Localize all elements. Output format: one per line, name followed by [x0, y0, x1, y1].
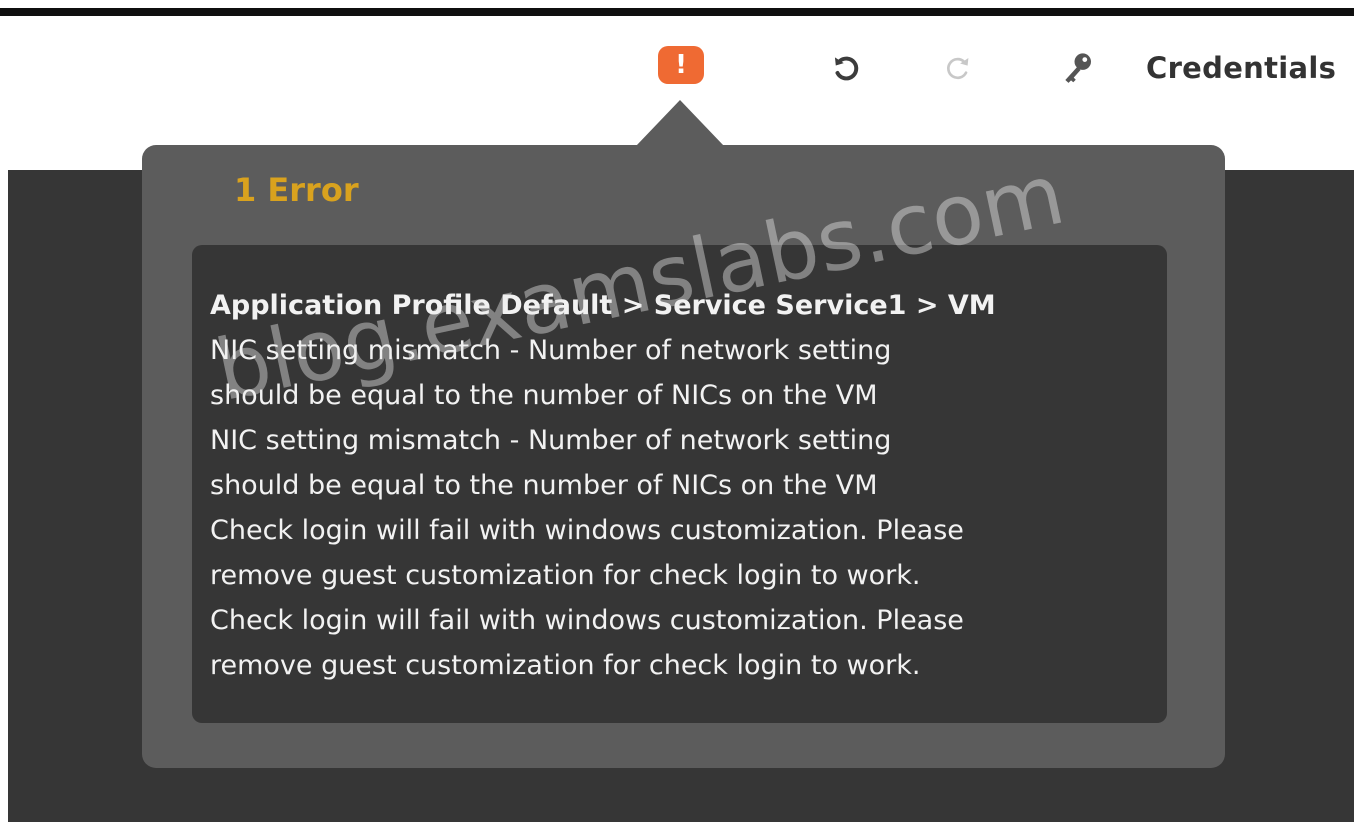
redo-icon: [947, 57, 969, 80]
popover-title: 1 Error: [234, 171, 359, 209]
error-popover: 1 Error Application Profile Default > Se…: [142, 145, 1225, 768]
error-message-line: NIC setting mismatch - Number of network…: [210, 425, 892, 456]
redo-button[interactable]: [938, 48, 978, 88]
undo-icon: [834, 56, 859, 81]
error-indicator-button[interactable]: !: [658, 46, 704, 84]
error-message-line: Check login will fail with windows custo…: [210, 515, 964, 546]
error-message-line: should be equal to the number of NICs on…: [210, 470, 878, 501]
error-path: Application Profile Default > Service Se…: [210, 290, 996, 321]
error-list: Application Profile Default > Service Se…: [210, 283, 1165, 688]
top-divider: [0, 8, 1354, 16]
error-message-line: remove guest customization for check log…: [210, 650, 921, 681]
error-message-line: NIC setting mismatch - Number of network…: [210, 335, 892, 366]
credentials-key-button[interactable]: [1056, 46, 1100, 90]
error-message-line: Check login will fail with windows custo…: [210, 605, 964, 636]
key-icon: [1065, 53, 1091, 83]
error-message-line: should be equal to the number of NICs on…: [210, 380, 878, 411]
popover-arrow: [636, 100, 724, 146]
undo-button[interactable]: [826, 48, 866, 88]
error-message-line: remove guest customization for check log…: [210, 560, 921, 591]
credentials-link[interactable]: Credentials: [1146, 46, 1336, 90]
error-list-panel: Application Profile Default > Service Se…: [192, 245, 1167, 723]
